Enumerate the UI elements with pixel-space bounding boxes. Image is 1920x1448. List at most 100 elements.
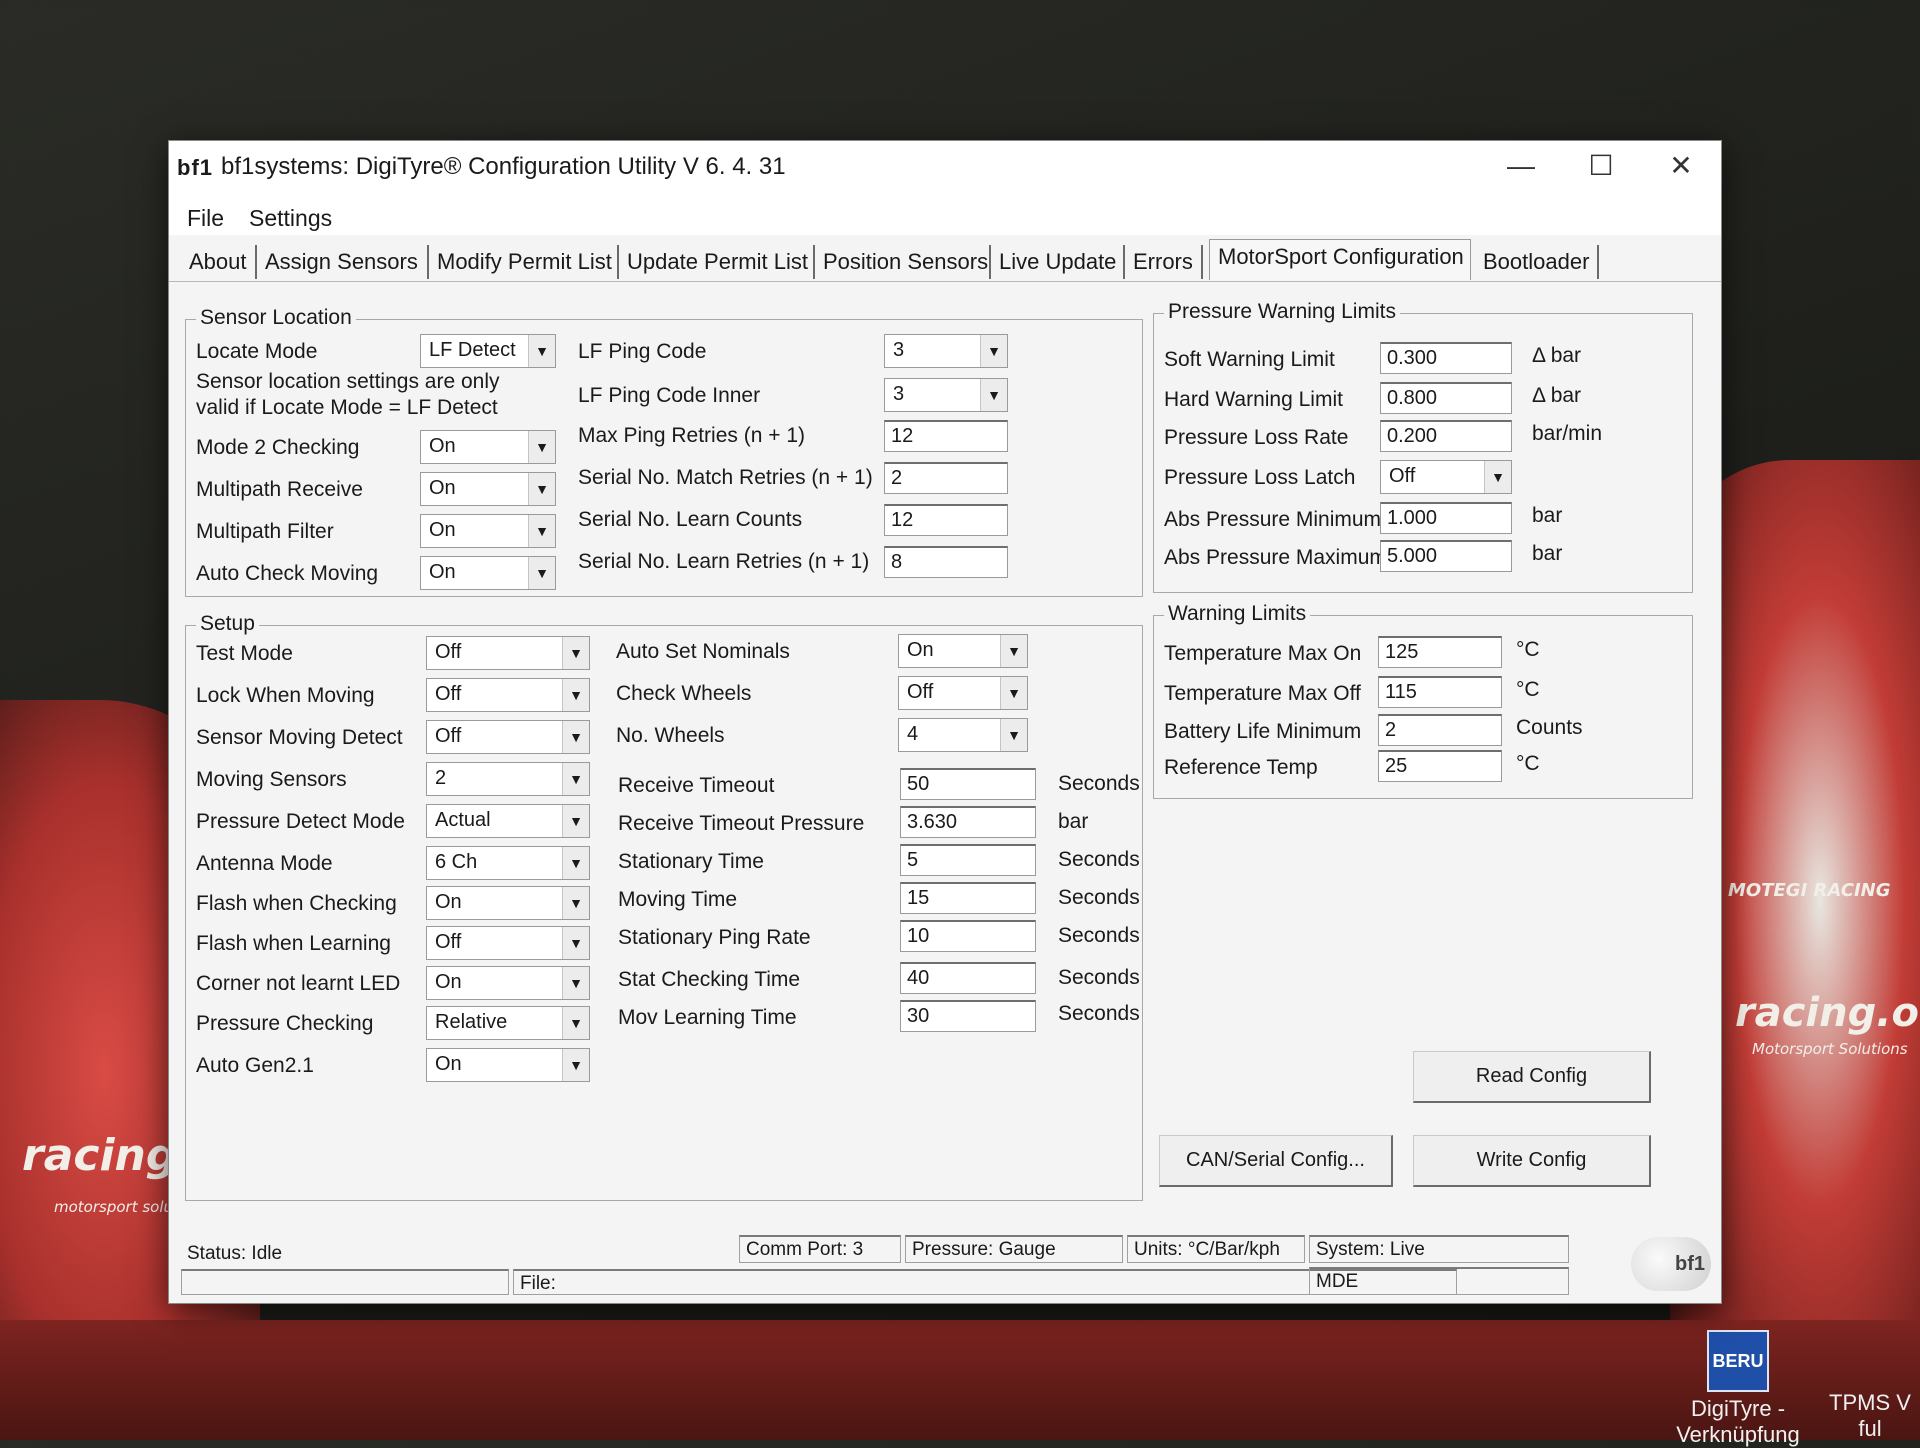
antenna-mode-select[interactable]: 6 Ch ▼ (426, 846, 590, 880)
reference-temp-input[interactable]: 25 (1378, 750, 1502, 782)
lf-ping-code-label: LF Ping Code (578, 340, 707, 363)
lf-ping-code-inner-label: LF Ping Code Inner (578, 384, 761, 407)
auto-check-moving-select[interactable]: On ▼ (420, 556, 556, 590)
close-icon[interactable]: ✕ (1641, 141, 1721, 191)
multipath-receive-select[interactable]: On ▼ (420, 472, 556, 506)
auto-set-nominals-select[interactable]: On ▼ (898, 634, 1028, 668)
mov-learning-time-input[interactable]: 30 (900, 1000, 1036, 1032)
battery-life-minimum-unit: Counts (1516, 716, 1583, 739)
tab-live-update[interactable]: Live Update (991, 245, 1125, 279)
auto-gen21-label: Auto Gen2.1 (196, 1054, 314, 1077)
desktop-icon-digityre[interactable]: BERU DigiTyre - Verknüpfung (1673, 1330, 1803, 1448)
check-wheels-select[interactable]: Off ▼ (898, 676, 1028, 710)
lf-ping-code-select[interactable]: 3 ▼ (884, 334, 1008, 368)
stationary-time-unit: Seconds (1058, 848, 1140, 871)
sensor-moving-detect-select[interactable]: Off ▼ (426, 720, 590, 754)
no-wheels-select[interactable]: 4 ▼ (898, 718, 1028, 752)
serial-learn-counts-input[interactable]: 12 (884, 504, 1008, 536)
tab-modify-permit-list[interactable]: Modify Permit List (429, 245, 619, 279)
mov-learning-time-unit: Seconds (1058, 1002, 1140, 1025)
can-serial-config-button[interactable]: CAN/Serial Config... (1159, 1135, 1393, 1187)
receive-timeout-input[interactable]: 50 (900, 768, 1036, 800)
stat-checking-time-input[interactable]: 40 (900, 962, 1036, 994)
lf-ping-code-inner-select[interactable]: 3 ▼ (884, 378, 1008, 412)
multipath-receive-value: On (429, 477, 456, 499)
mode2-checking-select[interactable]: On ▼ (420, 430, 556, 464)
chevron-down-icon: ▼ (562, 805, 589, 837)
temperature-max-on-input[interactable]: 125 (1378, 636, 1502, 668)
mode-panel: MDE (1309, 1267, 1569, 1295)
lock-when-moving-value: Off (435, 683, 462, 705)
moving-time-input[interactable]: 15 (900, 882, 1036, 914)
tab-bootloader[interactable]: Bootloader (1475, 245, 1599, 279)
flash-when-learning-label: Flash when Learning (196, 932, 391, 955)
progress-bar (181, 1269, 509, 1295)
chevron-down-icon: ▼ (980, 335, 1007, 367)
receive-timeout-pressure-input[interactable]: 3.630 (900, 806, 1036, 838)
moving-sensors-select[interactable]: 2 ▼ (426, 762, 590, 796)
temperature-max-off-input[interactable]: 115 (1378, 676, 1502, 708)
chevron-down-icon: ▼ (562, 967, 589, 999)
tab-about[interactable]: About (181, 245, 257, 279)
write-config-button[interactable]: Write Config (1413, 1135, 1651, 1187)
menu-settings[interactable]: Settings (249, 205, 332, 232)
abs-pressure-maximum-label: Abs Pressure Maximum (1164, 546, 1387, 569)
flash-when-learning-select[interactable]: Off ▼ (426, 926, 590, 960)
pressure-loss-latch-select[interactable]: Off ▼ (1380, 460, 1512, 494)
menu-bar: File Settings (169, 199, 1721, 235)
flash-when-checking-select[interactable]: On ▼ (426, 886, 590, 920)
stationary-ping-rate-input[interactable]: 10 (900, 920, 1036, 952)
locate-mode-select[interactable]: LF Detect ▼ (420, 334, 556, 368)
max-ping-retries-input[interactable]: 12 (884, 420, 1008, 452)
read-config-button[interactable]: Read Config (1413, 1051, 1651, 1103)
tab-position-sensors[interactable]: Position Sensors (815, 245, 991, 279)
mov-learning-time-label: Mov Learning Time (618, 1006, 797, 1029)
serial-match-retries-input[interactable]: 2 (884, 462, 1008, 494)
minimize-icon[interactable]: — (1481, 141, 1561, 191)
stationary-time-label: Stationary Time (618, 850, 764, 873)
desktop-icon-sublabel: Verknüpfung (1676, 1422, 1800, 1447)
battery-life-minimum-input[interactable]: 2 (1378, 714, 1502, 746)
pressure-detect-mode-select[interactable]: Actual ▼ (426, 804, 590, 838)
lock-when-moving-select[interactable]: Off ▼ (426, 678, 590, 712)
pressure-checking-select[interactable]: Relative ▼ (426, 1006, 590, 1040)
auto-gen21-select[interactable]: On ▼ (426, 1048, 590, 1082)
battery-life-minimum-label: Battery Life Minimum (1164, 720, 1362, 743)
chevron-down-icon: ▼ (562, 887, 589, 919)
hard-warning-limit-input[interactable]: 0.800 (1380, 382, 1512, 414)
pressure-loss-latch-value: Off (1389, 465, 1416, 487)
chevron-down-icon: ▼ (562, 927, 589, 959)
chevron-down-icon: ▼ (1000, 719, 1027, 751)
serial-learn-retries-input[interactable]: 8 (884, 546, 1008, 578)
pressure-loss-rate-input[interactable]: 0.200 (1380, 420, 1512, 452)
abs-pressure-minimum-unit: bar (1532, 504, 1563, 527)
stationary-ping-rate-label: Stationary Ping Rate (618, 926, 811, 949)
chevron-down-icon: ▼ (528, 473, 555, 505)
serial-learn-retries-label: Serial No. Learn Retries (n + 1) (578, 550, 870, 573)
sensor-moving-detect-label: Sensor Moving Detect (196, 726, 403, 749)
tab-motorsport-configuration[interactable]: MotorSport Configuration (1209, 239, 1471, 280)
tab-update-permit-list[interactable]: Update Permit List (619, 245, 815, 279)
maximize-icon[interactable]: ☐ (1561, 141, 1641, 191)
temperature-max-on-label: Temperature Max On (1164, 642, 1362, 665)
stationary-time-input[interactable]: 5 (900, 844, 1036, 876)
corner-not-learnt-led-select[interactable]: On ▼ (426, 966, 590, 1000)
corner-not-learnt-led-label: Corner not learnt LED (196, 972, 401, 995)
menu-file[interactable]: File (187, 205, 224, 232)
pressure-mode-panel: Pressure: Gauge (905, 1235, 1123, 1263)
lf-ping-code-value: 3 (893, 339, 905, 361)
multipath-filter-select[interactable]: On ▼ (420, 514, 556, 548)
tab-errors[interactable]: Errors (1125, 245, 1203, 279)
flash-when-checking-value: On (435, 891, 462, 913)
test-mode-select[interactable]: Off ▼ (426, 636, 590, 670)
abs-pressure-maximum-input[interactable]: 5.000 (1380, 540, 1512, 572)
units-panel: Units: °C/Bar/kph (1127, 1235, 1305, 1263)
test-mode-value: Off (435, 641, 462, 663)
chevron-down-icon: ▼ (528, 431, 555, 463)
soft-warning-limit-input[interactable]: 0.300 (1380, 342, 1512, 374)
chevron-down-icon: ▼ (528, 557, 555, 589)
desktop-icon-tpms[interactable]: TPMS V ful (1820, 1390, 1920, 1442)
tab-assign-sensors[interactable]: Assign Sensors (257, 245, 429, 279)
lock-when-moving-label: Lock When Moving (196, 684, 375, 707)
abs-pressure-minimum-input[interactable]: 1.000 (1380, 502, 1512, 534)
